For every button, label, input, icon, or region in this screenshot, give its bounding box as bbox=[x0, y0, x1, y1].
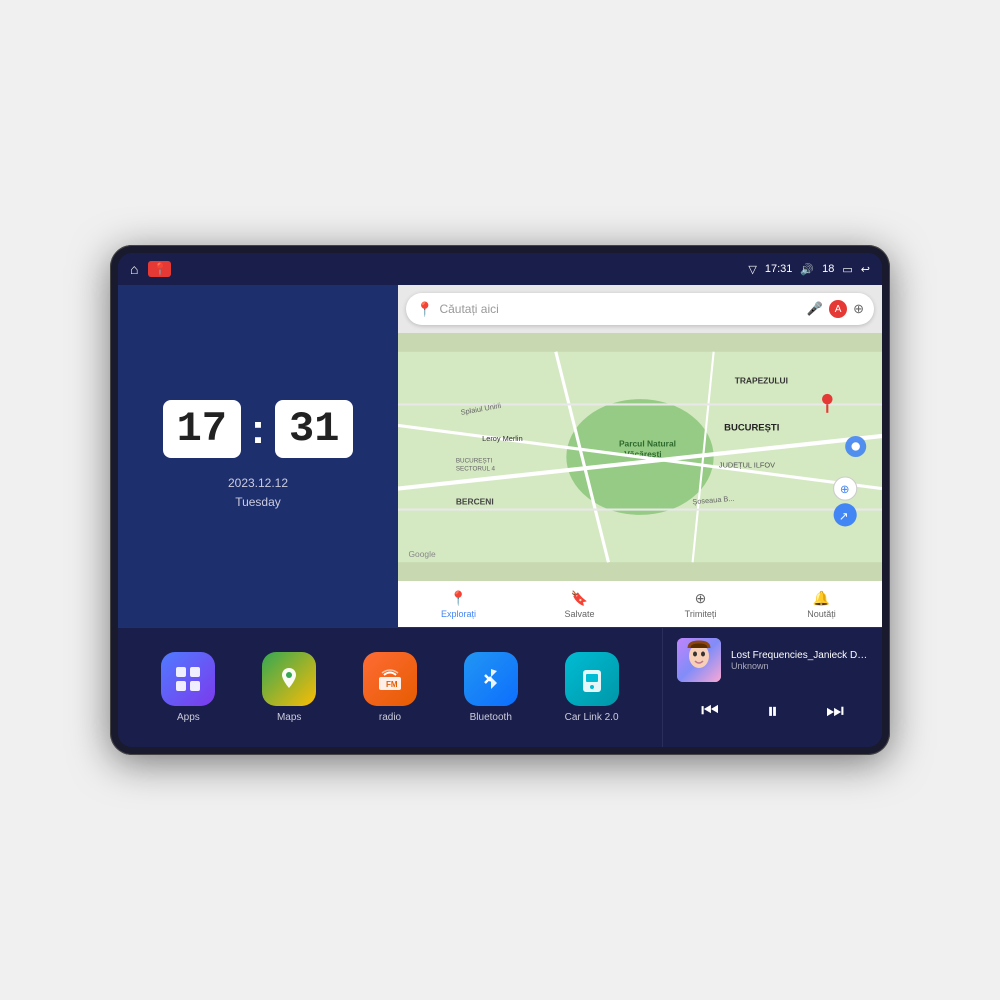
carlink-icon bbox=[578, 665, 606, 693]
top-section: 17 : 31 2023.12.12 Tuesday 📍 Căutați aic… bbox=[118, 285, 882, 627]
account-icon[interactable]: A bbox=[829, 300, 847, 318]
nav-controls: ⌂ 📍 bbox=[130, 261, 171, 277]
status-indicators: ▽ 17:31 🔊 18 ▭ ↩ bbox=[748, 263, 870, 276]
map-nav-news[interactable]: 🔔 Noutăți bbox=[761, 590, 882, 619]
volume-icon: 🔊 bbox=[800, 263, 814, 276]
carlink-icon-bg bbox=[565, 652, 619, 706]
news-icon: 🔔 bbox=[813, 590, 830, 607]
svg-text:↗: ↗ bbox=[839, 511, 849, 523]
maps-shortcut-icon[interactable]: 📍 bbox=[148, 261, 171, 277]
app-icons-area: Apps Maps bbox=[118, 628, 662, 747]
svg-text:BERCENI: BERCENI bbox=[456, 496, 494, 506]
app-icon-carlink[interactable]: Car Link 2.0 bbox=[565, 652, 619, 723]
music-info-area: Lost Frequencies_Janieck Devy-... Unknow… bbox=[677, 638, 868, 682]
share-label: Trimiteți bbox=[685, 609, 717, 619]
app-icon-radio[interactable]: FM radio bbox=[363, 652, 417, 723]
svg-text:FM: FM bbox=[386, 680, 398, 689]
apps-icon bbox=[174, 665, 202, 693]
map-widget[interactable]: 📍 Căutați aici 🎤 A ⊕ bbox=[398, 285, 882, 627]
svg-text:BUCUREȘTI: BUCUREȘTI bbox=[456, 457, 493, 464]
apps-icon-bg bbox=[161, 652, 215, 706]
bluetooth-icon bbox=[477, 665, 505, 693]
svg-text:Leroy Merlin: Leroy Merlin bbox=[482, 434, 522, 443]
map-nav-explore[interactable]: 📍 Explorați bbox=[398, 590, 519, 619]
svg-text:Google: Google bbox=[409, 549, 436, 559]
maps-label: Maps bbox=[277, 712, 301, 723]
home-icon[interactable]: ⌂ bbox=[130, 261, 138, 277]
clock-display: 17 : 31 bbox=[163, 400, 354, 458]
apps-label: Apps bbox=[177, 712, 200, 723]
music-thumbnail bbox=[677, 638, 721, 682]
mic-icon[interactable]: 🎤 bbox=[807, 301, 823, 317]
bluetooth-label: Bluetooth bbox=[470, 712, 512, 723]
explore-label: Explorați bbox=[441, 609, 476, 619]
app-icon-maps[interactable]: Maps bbox=[262, 652, 316, 723]
clock-minutes: 31 bbox=[275, 400, 353, 458]
clock-date: 2023.12.12 Tuesday bbox=[228, 474, 288, 512]
next-button[interactable]: ⏭ bbox=[816, 696, 854, 727]
music-title: Lost Frequencies_Janieck Devy-... bbox=[731, 650, 868, 661]
clock-widget: 17 : 31 2023.12.12 Tuesday bbox=[118, 285, 398, 627]
clock-colon: : bbox=[251, 405, 265, 453]
map-search-actions: 🎤 A ⊕ bbox=[807, 300, 864, 318]
map-pin-icon: 📍 bbox=[416, 301, 433, 318]
device-screen: ⌂ 📍 ▽ 17:31 🔊 18 ▭ ↩ 17 : bbox=[118, 253, 882, 747]
explore-icon: 📍 bbox=[450, 590, 467, 607]
more-icon[interactable]: ⊕ bbox=[853, 301, 864, 317]
radio-icon-bg: FM bbox=[363, 652, 417, 706]
app-icon-bluetooth[interactable]: Bluetooth bbox=[464, 652, 518, 723]
svg-text:TRAPEZULUI: TRAPEZULUI bbox=[735, 375, 788, 385]
share-icon: ⊕ bbox=[695, 590, 707, 607]
music-player: Lost Frequencies_Janieck Devy-... Unknow… bbox=[662, 628, 882, 747]
map-nav-saved[interactable]: 🔖 Salvate bbox=[519, 590, 640, 619]
svg-text:Parcul Natural: Parcul Natural bbox=[619, 438, 676, 448]
radio-icon: FM bbox=[376, 665, 404, 693]
map-bottom-nav: 📍 Explorați 🔖 Salvate ⊕ Trimiteți 🔔 bbox=[398, 581, 882, 627]
battery-icon: ▭ bbox=[842, 263, 852, 276]
bottom-section: Apps Maps bbox=[118, 627, 882, 747]
main-content: 17 : 31 2023.12.12 Tuesday 📍 Căutați aic… bbox=[118, 285, 882, 747]
svg-text:⊕: ⊕ bbox=[840, 484, 850, 496]
maps-icon bbox=[276, 666, 302, 692]
status-bar: ⌂ 📍 ▽ 17:31 🔊 18 ▭ ↩ bbox=[118, 253, 882, 285]
status-time: 17:31 bbox=[765, 263, 793, 275]
svg-text:BUCUREȘTI: BUCUREȘTI bbox=[724, 423, 779, 434]
battery-level: 18 bbox=[822, 263, 834, 275]
radio-label: radio bbox=[379, 712, 401, 723]
prev-button[interactable]: ⏮ bbox=[691, 696, 729, 727]
music-details: Lost Frequencies_Janieck Devy-... Unknow… bbox=[731, 650, 868, 671]
signal-icon: ▽ bbox=[748, 263, 756, 276]
clock-hours: 17 bbox=[163, 400, 241, 458]
app-icon-apps[interactable]: Apps bbox=[161, 652, 215, 723]
saved-label: Salvate bbox=[564, 609, 594, 619]
svg-text:SECTORUL 4: SECTORUL 4 bbox=[456, 466, 496, 473]
music-artist: Unknown bbox=[731, 661, 868, 671]
map-search-input[interactable]: Căutați aici bbox=[439, 302, 800, 316]
map-nav-share[interactable]: ⊕ Trimiteți bbox=[640, 590, 761, 619]
carlink-label: Car Link 2.0 bbox=[565, 712, 619, 723]
map-search-bar[interactable]: 📍 Căutați aici 🎤 A ⊕ bbox=[406, 293, 874, 325]
play-pause-button[interactable]: ⏸ bbox=[757, 694, 788, 728]
maps-icon-bg bbox=[262, 652, 316, 706]
map-body[interactable]: Parcul Natural Văcărești Splaiul Unirii bbox=[398, 333, 882, 581]
bluetooth-icon-bg bbox=[464, 652, 518, 706]
car-head-unit: ⌂ 📍 ▽ 17:31 🔊 18 ▭ ↩ 17 : bbox=[110, 245, 890, 755]
saved-icon: 🔖 bbox=[571, 590, 588, 607]
back-icon[interactable]: ↩ bbox=[861, 263, 870, 276]
news-label: Noutăți bbox=[807, 609, 836, 619]
svg-text:JUDEȚUL ILFOV: JUDEȚUL ILFOV bbox=[719, 461, 775, 470]
music-controls: ⏮ ⏸ ⏭ bbox=[677, 694, 868, 728]
